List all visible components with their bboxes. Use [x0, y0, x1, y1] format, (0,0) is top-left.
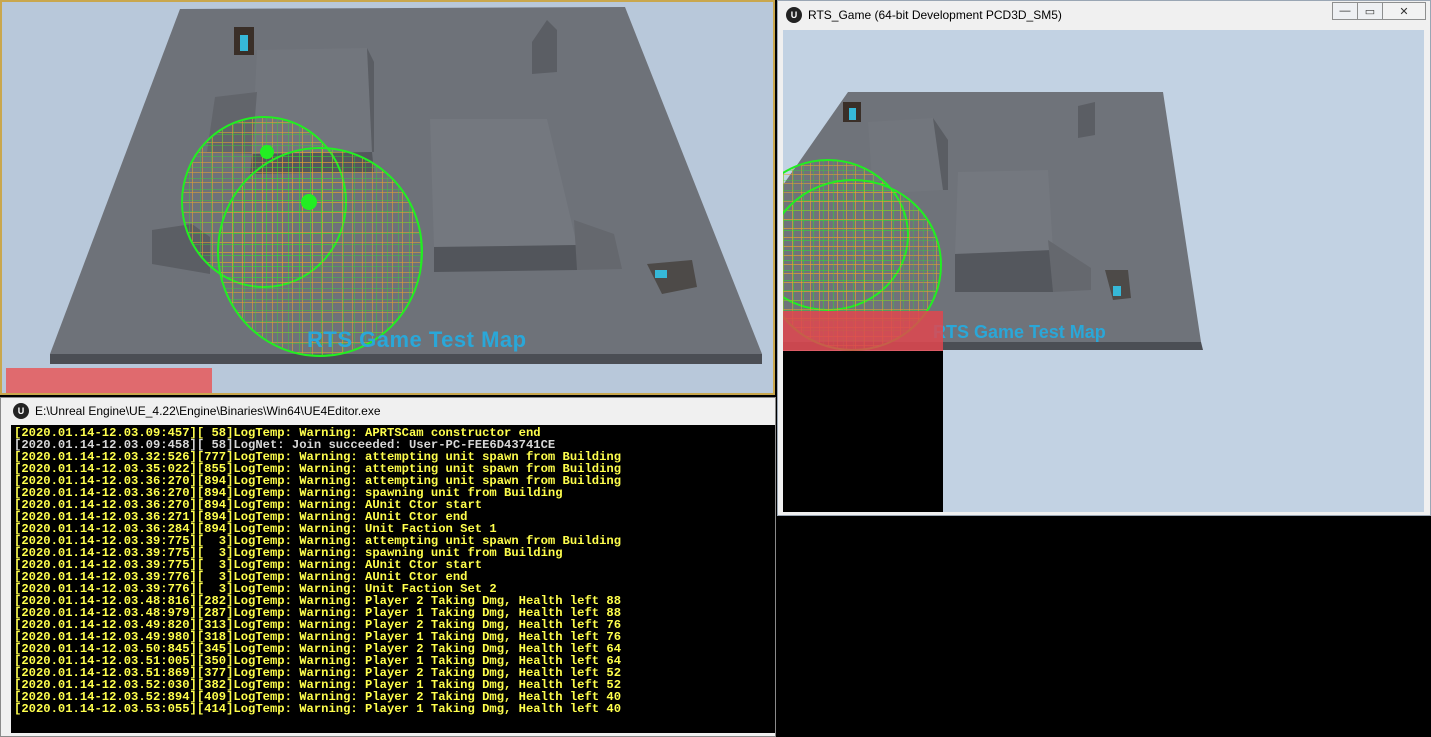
hud-health-bar: [6, 368, 212, 393]
maximize-button[interactable]: ▭: [1357, 2, 1383, 20]
console-output[interactable]: [2020.01.14-12.03.09:457][ 58]LogTemp: W…: [11, 425, 775, 733]
map-title-label: RTS Game Test Map: [933, 322, 1106, 342]
game-viewport[interactable]: RTS Game Test Map: [783, 30, 1424, 512]
hud-health-bar: [783, 311, 943, 351]
unrendered-area: [783, 351, 943, 512]
unreal-logo-icon: U: [13, 403, 29, 419]
window-controls: — ▭ ✕: [1332, 2, 1426, 20]
editor-viewport[interactable]: RTS Game Test Map: [0, 0, 775, 395]
minimize-button[interactable]: —: [1332, 2, 1358, 20]
console-line: [2020.01.14-12.03.53:055][414]LogTemp: W…: [14, 702, 622, 716]
console-title-text: E:\Unreal Engine\UE_4.22\Engine\Binaries…: [35, 404, 381, 418]
game-window[interactable]: U RTS_Game (64-bit Development PCD3D_SM5…: [777, 0, 1431, 516]
game-titlebar[interactable]: U RTS_Game (64-bit Development PCD3D_SM5…: [778, 1, 1430, 29]
close-button[interactable]: ✕: [1382, 2, 1426, 20]
game-title-text: RTS_Game (64-bit Development PCD3D_SM5): [808, 8, 1062, 22]
console-window[interactable]: U E:\Unreal Engine\UE_4.22\Engine\Binari…: [0, 397, 776, 737]
unreal-logo-icon: U: [786, 7, 802, 23]
map-title-label: RTS Game Test Map: [307, 327, 527, 352]
console-titlebar[interactable]: U E:\Unreal Engine\UE_4.22\Engine\Binari…: [1, 398, 775, 424]
